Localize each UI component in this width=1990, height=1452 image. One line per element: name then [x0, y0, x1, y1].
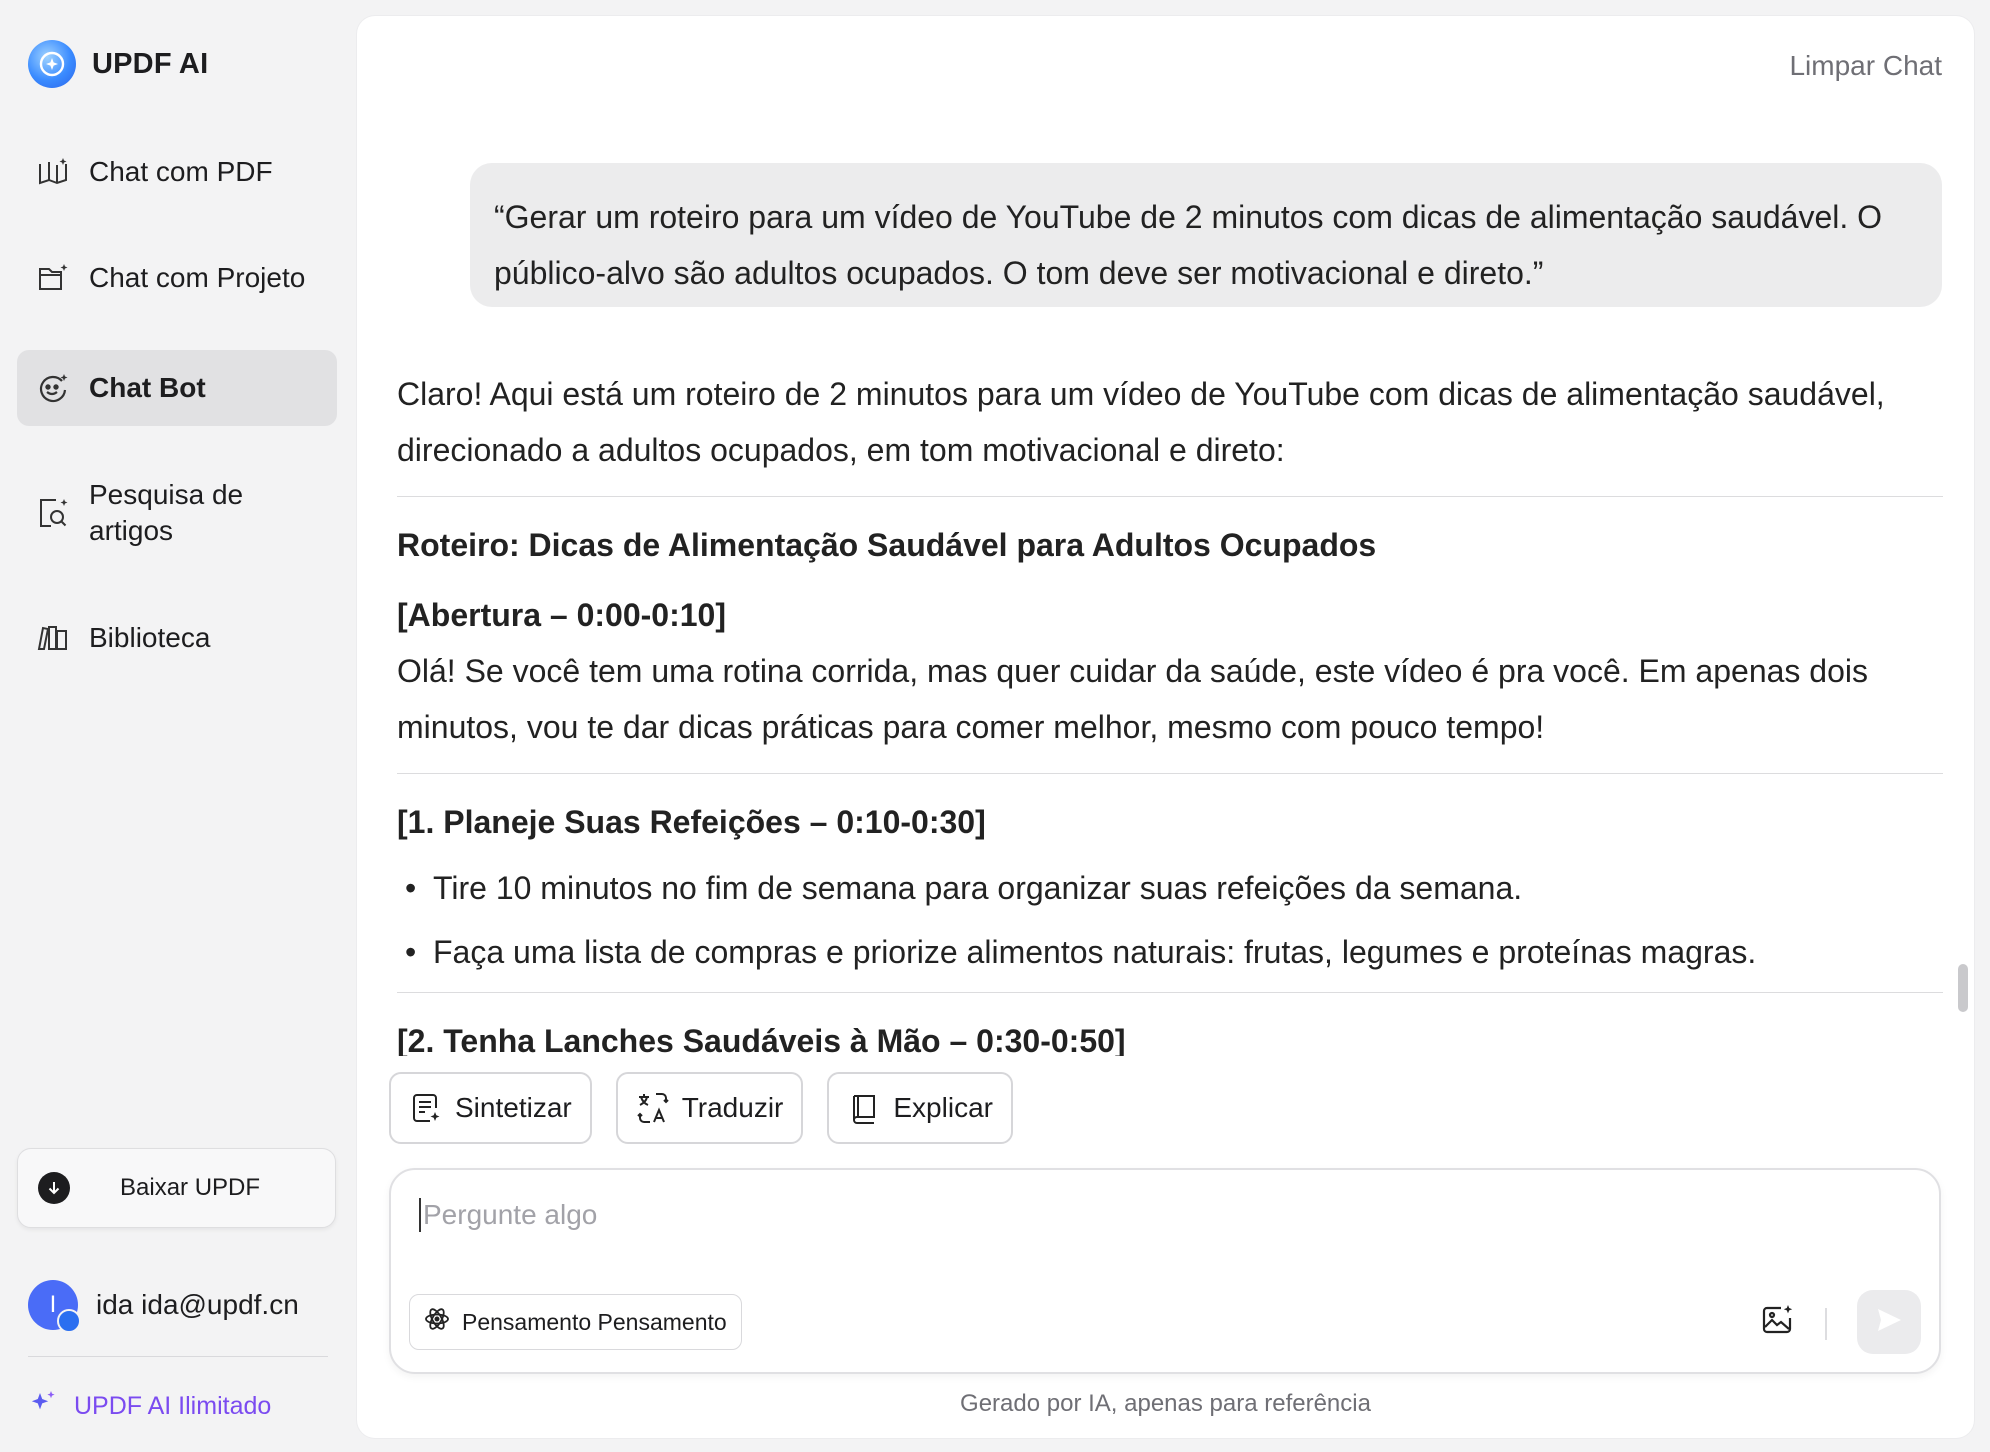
download-label: Baixar UPDF — [120, 1174, 261, 1201]
divider — [397, 496, 1943, 497]
section-heading: [Abertura – 0:00-0:10] — [397, 597, 726, 633]
divider — [397, 992, 1943, 993]
translate-label: Traduzir — [681, 1092, 784, 1123]
image-sparkle-icon — [1759, 1302, 1795, 1343]
section-heading: [2. Tenha Lanches Saudáveis à Mão – 0:30… — [397, 1023, 1126, 1056]
folder-sparkle-icon — [35, 260, 71, 296]
book-sparkle-icon — [35, 154, 71, 190]
brand-name: UPDF AI — [92, 47, 209, 80]
translate-icon — [636, 1091, 670, 1125]
upgrade-label: UPDF AI Ilimitado — [74, 1392, 272, 1420]
bullet-list: Tire 10 minutos no fim de semana para or… — [397, 856, 1943, 984]
sidebar-item-chat-com-pdf[interactable]: Chat com PDF — [17, 140, 337, 204]
ask-input[interactable] — [419, 1198, 1825, 1232]
download-icon — [38, 1172, 70, 1204]
avatar: I — [28, 1280, 81, 1333]
sidebar-item-label: Pesquisa de artigos — [89, 479, 244, 546]
library-icon — [35, 620, 71, 656]
badge-icon — [57, 1309, 81, 1333]
divider — [1825, 1308, 1827, 1340]
summarize-button[interactable]: Sintetizar — [389, 1072, 592, 1144]
sidebar-divider — [28, 1356, 328, 1357]
book-icon — [847, 1091, 881, 1125]
sidebar: UPDF AI Chat com PDF Chat com Projeto Ch… — [0, 0, 356, 1452]
sparkle-icon — [28, 1388, 58, 1425]
doc-search-icon — [35, 495, 71, 531]
sidebar-item-chat-bot[interactable]: Chat Bot — [17, 350, 337, 426]
clear-chat-button[interactable]: Limpar Chat — [1789, 50, 1942, 82]
send-button[interactable] — [1857, 1290, 1921, 1354]
translate-button[interactable]: Traduzir — [615, 1072, 804, 1144]
thinking-label: Pensamento Pensamento — [462, 1308, 727, 1335]
section-heading: [1. Planeje Suas Refeições – 0:10-0:30] — [397, 804, 986, 840]
sidebar-item-pesquisa-de-artigos[interactable]: Pesquisa de artigos — [17, 470, 337, 556]
user-name: ida ida@updf.cn — [96, 1289, 299, 1320]
thinking-toggle[interactable]: Pensamento Pensamento — [409, 1294, 742, 1350]
avatar-initial: I — [49, 1291, 57, 1318]
sidebar-item-label: Chat com Projeto — [89, 262, 306, 293]
section-text: Olá! Se você tem uma rotina corrida, mas… — [397, 653, 1868, 745]
user-account[interactable]: I ida ida@updf.cn — [28, 1280, 299, 1333]
upgrade-link[interactable]: UPDF AI Ilimitado — [28, 1388, 271, 1425]
sidebar-item-biblioteca[interactable]: Biblioteca — [17, 606, 337, 670]
sidebar-item-label: Chat com PDF — [89, 156, 273, 187]
send-icon — [1874, 1305, 1904, 1340]
chat-panel: Limpar Chat “Gerar um roteiro para um ví… — [357, 16, 1974, 1438]
quick-actions: Sintetizar Traduzir Explicar — [389, 1072, 1013, 1144]
summarize-label: Sintetizar — [455, 1092, 572, 1123]
list-item: Tire 10 minutos no fim de semana para or… — [397, 856, 1943, 920]
bot-face-icon — [35, 370, 71, 406]
download-updf-button[interactable]: Baixar UPDF — [17, 1148, 336, 1228]
scrollbar[interactable] — [1958, 964, 1968, 1012]
composer: Pensamento Pensamento — [389, 1168, 1941, 1374]
brand[interactable]: UPDF AI — [28, 40, 208, 88]
summarize-icon — [409, 1091, 443, 1125]
answer-title: Roteiro: Dicas de Alimentação Saudável p… — [397, 527, 1377, 563]
list-item: Faça uma lista de compras e priorize ali… — [397, 920, 1943, 984]
sidebar-item-chat-com-projeto[interactable]: Chat com Projeto — [17, 246, 337, 310]
explain-button[interactable]: Explicar — [827, 1072, 1013, 1144]
sidebar-item-label: Chat Bot — [89, 372, 206, 403]
assistant-answer: Claro! Aqui está um roteiro de 2 minutos… — [397, 366, 1943, 1056]
ai-disclaimer: Gerado por IA, apenas para referência — [960, 1390, 1371, 1417]
answer-intro: Claro! Aqui está um roteiro de 2 minutos… — [397, 376, 1885, 468]
user-message-bubble: “Gerar um roteiro para um vídeo de YouTu… — [470, 163, 1942, 307]
explain-label: Explicar — [893, 1092, 993, 1123]
atom-icon — [424, 1306, 450, 1338]
updf-logo-icon — [28, 40, 76, 88]
sidebar-item-label: Biblioteca — [89, 622, 211, 653]
image-upload-button[interactable] — [1757, 1302, 1797, 1342]
divider — [397, 773, 1943, 774]
